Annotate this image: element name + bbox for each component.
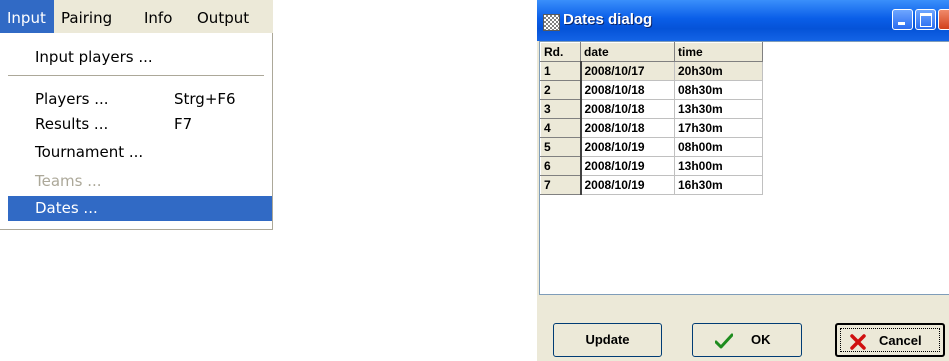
time-cell[interactable]: 17h30m xyxy=(674,118,763,138)
app-icon xyxy=(543,14,560,31)
table-row[interactable]: 6 2008/10/19 13h00m xyxy=(540,156,763,176)
column-header-round[interactable]: Rd. xyxy=(540,42,581,62)
table-row[interactable]: 4 2008/10/18 17h30m xyxy=(540,118,763,138)
menu-item-dates[interactable]: Dates ... xyxy=(8,196,272,221)
round-cell: 7 xyxy=(540,175,582,195)
menu-bar: Input Pairing Info Output xyxy=(0,0,273,34)
ok-button-label: OK xyxy=(751,332,771,347)
cancel-button-label: Cancel xyxy=(879,333,922,348)
table-header-row: Rd. date time xyxy=(540,42,763,62)
table-row[interactable]: 1 2008/10/17 20h30m xyxy=(540,61,763,81)
update-button-label: Update xyxy=(585,332,630,347)
time-cell[interactable]: 20h30m xyxy=(674,61,763,81)
table-row[interactable]: 2 2008/10/18 08h30m xyxy=(540,80,763,100)
date-cell[interactable]: 2008/10/18 xyxy=(580,99,675,119)
menu-info[interactable]: Info xyxy=(137,0,190,33)
title-bar[interactable]: Dates dialog xyxy=(537,0,949,41)
menu-item-tournament[interactable]: Tournament ... xyxy=(0,140,272,165)
date-cell[interactable]: 2008/10/18 xyxy=(580,118,675,138)
menu-separator xyxy=(8,75,264,77)
menu-item-shortcut: Strg+F6 xyxy=(174,90,236,108)
menu-output[interactable]: Output xyxy=(190,0,265,33)
menu-item-shortcut: F7 xyxy=(174,115,193,133)
round-cell: 3 xyxy=(540,99,582,119)
round-cell: 1 xyxy=(540,61,582,81)
update-button[interactable]: Update xyxy=(553,323,662,357)
menu-item-label: Teams ... xyxy=(35,172,102,190)
menu-item-players[interactable]: Players ... Strg+F6 xyxy=(0,87,272,112)
time-cell[interactable]: 13h30m xyxy=(674,99,763,119)
round-cell: 6 xyxy=(540,156,582,176)
dates-table: Rd. date time 1 2008/10/17 20h30m 2 2008… xyxy=(540,42,763,195)
date-cell[interactable]: 2008/10/19 xyxy=(580,156,675,176)
date-cell[interactable]: 2008/10/19 xyxy=(580,175,675,195)
round-cell: 2 xyxy=(540,80,582,100)
cancel-button[interactable]: Cancel xyxy=(835,323,945,357)
menu-item-label: Players ... xyxy=(35,90,109,108)
round-cell: 5 xyxy=(540,137,582,157)
menu-item-label: Input players ... xyxy=(35,48,153,66)
cross-icon xyxy=(850,334,866,350)
table-row[interactable]: 3 2008/10/18 13h30m xyxy=(540,99,763,119)
checkmark-icon xyxy=(715,333,733,349)
input-menu-dropdown: Input players ... Players ... Strg+F6 Re… xyxy=(0,33,273,230)
time-cell[interactable]: 08h00m xyxy=(674,137,763,157)
menu-item-teams: Teams ... xyxy=(0,169,272,194)
menu-item-label: Tournament ... xyxy=(35,143,144,161)
ok-button[interactable]: OK xyxy=(692,323,802,357)
time-cell[interactable]: 08h30m xyxy=(674,80,763,100)
column-header-time[interactable]: time xyxy=(674,42,763,62)
dates-dialog: Dates dialog Rd. date time 1 2008/10/17 … xyxy=(537,0,949,361)
maximize-button[interactable] xyxy=(915,9,936,30)
column-header-date[interactable]: date xyxy=(580,42,675,62)
date-cell[interactable]: 2008/10/18 xyxy=(580,80,675,100)
menu-item-label: Dates ... xyxy=(35,199,98,217)
menu-item-label: Results ... xyxy=(35,115,109,133)
date-cell[interactable]: 2008/10/17 xyxy=(580,61,675,81)
menu-item-input-players[interactable]: Input players ... xyxy=(0,45,272,70)
close-button[interactable] xyxy=(938,9,949,30)
time-cell[interactable]: 13h00m xyxy=(674,156,763,176)
date-cell[interactable]: 2008/10/19 xyxy=(580,137,675,157)
table-row[interactable]: 7 2008/10/19 16h30m xyxy=(540,175,763,195)
round-cell: 4 xyxy=(540,118,582,138)
menu-input[interactable]: Input xyxy=(0,0,54,33)
minimize-button[interactable] xyxy=(892,9,913,30)
dialog-title: Dates dialog xyxy=(563,11,653,28)
menu-pairing[interactable]: Pairing xyxy=(54,0,137,33)
menu-item-results[interactable]: Results ... F7 xyxy=(0,112,272,137)
dates-grid-area[interactable]: Rd. date time 1 2008/10/17 20h30m 2 2008… xyxy=(539,41,949,295)
time-cell[interactable]: 16h30m xyxy=(674,175,763,195)
table-row[interactable]: 5 2008/10/19 08h00m xyxy=(540,137,763,157)
